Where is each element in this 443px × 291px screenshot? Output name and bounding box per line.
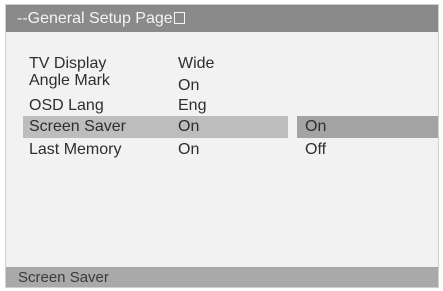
menu-item-last-memory[interactable]: Last Memory On [23, 139, 288, 161]
menu-item-value: Eng [178, 97, 207, 114]
menu-item-value: On [178, 141, 200, 158]
menu-item-screen-saver[interactable]: Screen Saver On [23, 116, 288, 138]
status-text: Screen Saver [18, 269, 109, 286]
submenu-option-off[interactable]: Off [297, 139, 438, 161]
setup-menu: TV Display Wide Angle Mark On OSD Lang E… [6, 5, 438, 287]
menu-item-angle-mark[interactable]: Angle Mark On [23, 70, 288, 94]
osd-screen: --General Setup Page TV Display Wide Ang… [5, 4, 439, 288]
status-bar: Screen Saver [6, 267, 438, 287]
menu-item-label: Angle Mark [29, 72, 110, 89]
menu-item-label: OSD Lang [29, 97, 104, 114]
menu-item-label: Screen Saver [29, 118, 126, 135]
menu-item-value: On [178, 118, 200, 135]
submenu-option-on[interactable]: On [297, 116, 438, 138]
menu-item-value: On [178, 77, 200, 94]
menu-item-osd-lang[interactable]: OSD Lang Eng [23, 95, 288, 117]
menu-item-label: Last Memory [29, 141, 122, 158]
